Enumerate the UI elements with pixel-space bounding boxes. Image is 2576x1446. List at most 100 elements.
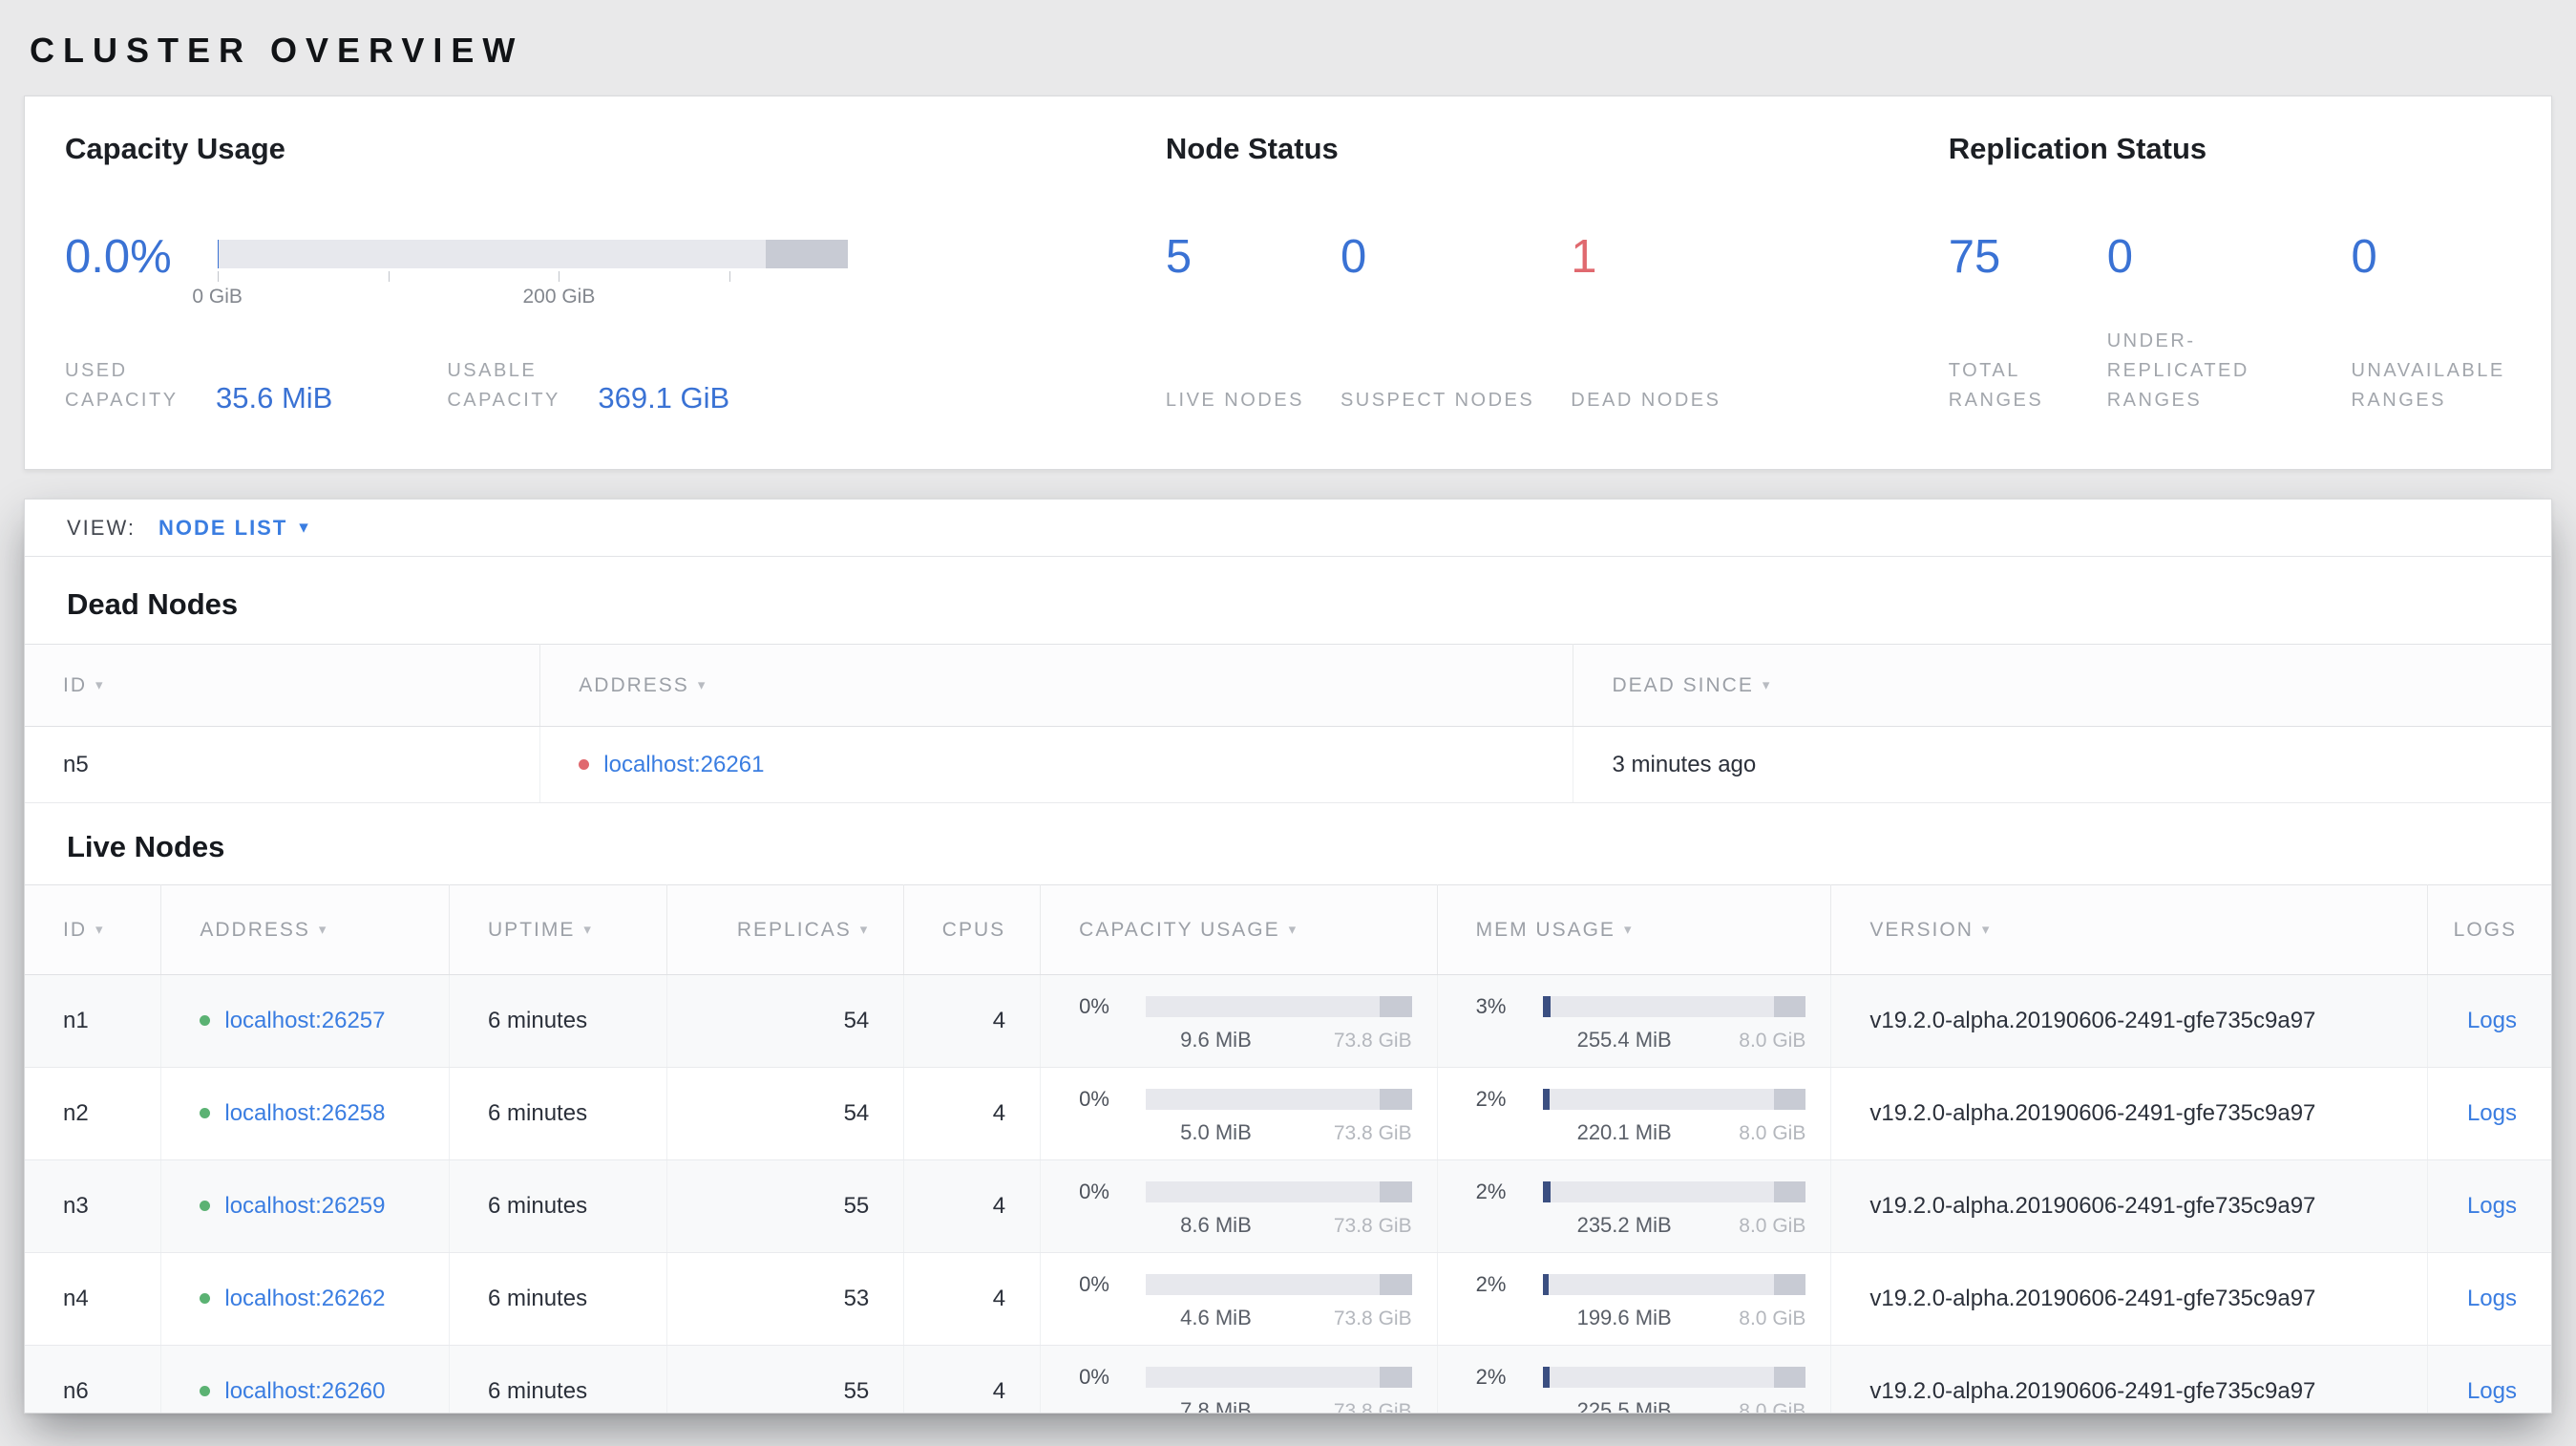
node-address-cell: localhost:26259 <box>160 1159 451 1253</box>
capacity-percent-label: 0% <box>1079 993 1109 1018</box>
logs-link[interactable]: Logs <box>2467 1286 2517 1311</box>
dead-column-header-address[interactable]: ADDRESS ▾ <box>539 644 1574 727</box>
tick-mark <box>729 271 731 282</box>
node-id-cell: n4 <box>25 1252 162 1346</box>
live-node-row: n3 localhost:26259 6 minutes 55 4 0% 8.6… <box>25 1159 2551 1253</box>
mem-mini-bar <box>1542 1273 1806 1295</box>
sort-icon: ▾ <box>697 676 707 693</box>
view-selector[interactable]: NODE LIST ▾ <box>158 516 310 541</box>
uptime-cell: 6 minutes <box>449 1067 667 1160</box>
capacity-mini-bar <box>1146 995 1412 1017</box>
used-capacity-label: USED CAPACITY <box>65 360 179 411</box>
node-address-link[interactable]: localhost:26260 <box>224 1378 385 1404</box>
capacity-usage-cell: 0% 5.0 MiB 73.8 GiB <box>1040 1067 1438 1160</box>
mem-percent-label: 2% <box>1475 1086 1507 1111</box>
node-address-link[interactable]: localhost:26262 <box>224 1286 385 1311</box>
live-node-row: n2 localhost:26258 6 minutes 54 4 0% 5.0… <box>25 1067 2551 1160</box>
mem-percent-label: 2% <box>1475 1271 1507 1296</box>
capacity-total-value: 73.8 GiB <box>1333 1307 1412 1329</box>
capacity-bar-end-segment <box>765 240 848 268</box>
mem-mini-bar <box>1542 1180 1806 1202</box>
usable-capacity-value: 369.1 GiB <box>598 381 730 415</box>
column-header-capacity-usage[interactable]: CAPACITY USAGE ▾ <box>1040 884 1438 975</box>
dead-nodes-table: ID ▾ ADDRESS ▾ DEAD SINCE ▾ n5 localhost:26… <box>25 644 2551 803</box>
live-nodes-header-row: ID ▾ ADDRESS ▾ UPTIME ▾ REPLICAS ▾ CPUS CAPA… <box>25 884 2551 975</box>
used-capacity-stat: USED CAPACITY 35.6 MiB <box>65 356 332 415</box>
live-nodes-count: 5 <box>1165 231 1193 283</box>
live-status-icon <box>200 1015 211 1026</box>
logs-link[interactable]: Logs <box>2467 1100 2517 1126</box>
logs-link[interactable]: Logs <box>2467 1008 2517 1033</box>
sort-icon: ▾ <box>583 921 593 938</box>
unavailable-ranges-count: 0 <box>2351 231 2377 283</box>
tick-label: 200 GiB <box>522 286 596 308</box>
cpus-cell: 4 <box>903 974 1042 1068</box>
dead-column-header-dead-since[interactable]: DEAD SINCE ▾ <box>1573 644 2551 727</box>
under-replicated-ranges-count: 0 <box>2106 231 2133 283</box>
dead-column-header-id[interactable]: ID ▾ <box>25 644 541 727</box>
live-nodes-title: Live Nodes <box>67 830 225 863</box>
node-address-cell: localhost:26260 <box>160 1345 451 1413</box>
under-replicated-ranges-stat: 0 UNDER-REPLICATED RANGES <box>2107 230 2315 415</box>
capacity-used-value: 7.8 MiB <box>1180 1397 1252 1414</box>
under-replicated-ranges-label: UNDER-REPLICATED RANGES <box>2106 330 2249 411</box>
mem-used-value: 199.6 MiB <box>1576 1305 1672 1329</box>
logs-link[interactable]: Logs <box>2467 1193 2517 1219</box>
uptime-cell: 6 minutes <box>449 974 667 1068</box>
replication-status-section: Replication Status 75 TOTAL RANGES 0 UND… <box>1949 131 2511 415</box>
live-status-icon <box>200 1108 211 1118</box>
mem-used-value: 255.4 MiB <box>1576 1027 1672 1052</box>
tick-mark <box>388 271 390 282</box>
column-header-logs: LOGS <box>2427 884 2551 975</box>
logs-link[interactable]: Logs <box>2467 1378 2517 1404</box>
capacity-usage-cell: 0% 4.6 MiB 73.8 GiB <box>1040 1252 1438 1346</box>
logs-cell: Logs <box>2427 1159 2551 1253</box>
column-header-uptime[interactable]: UPTIME ▾ <box>449 884 667 975</box>
sort-icon: ▾ <box>318 921 328 938</box>
dead-nodes-header-row: ID ▾ ADDRESS ▾ DEAD SINCE ▾ <box>25 644 2551 727</box>
mem-usage-cell: 2% 220.1 MiB 8.0 GiB <box>1437 1067 1832 1160</box>
mem-used-value: 220.1 MiB <box>1576 1119 1672 1144</box>
node-address-link[interactable]: localhost:26261 <box>603 752 764 777</box>
capacity-bar <box>217 240 848 268</box>
replicas-cell: 54 <box>666 974 905 1068</box>
live-status-icon <box>200 1201 211 1211</box>
node-id-cell: n2 <box>25 1067 162 1160</box>
capacity-percent-label: 0% <box>1079 1086 1109 1111</box>
tick-mark <box>217 271 219 282</box>
version-cell: v19.2.0-alpha.20190606-2491-gfe735c9a97 <box>1830 974 2428 1068</box>
capacity-total-value: 73.8 GiB <box>1333 1214 1412 1237</box>
node-address-link[interactable]: localhost:26258 <box>224 1100 385 1126</box>
capacity-used-value: 4.6 MiB <box>1180 1305 1252 1329</box>
mem-total-value: 8.0 GiB <box>1739 1029 1806 1052</box>
mem-used-value: 235.2 MiB <box>1576 1212 1672 1237</box>
column-header-id[interactable]: ID ▾ <box>25 884 162 975</box>
column-header-mem-usage[interactable]: MEM USAGE ▾ <box>1437 884 1832 975</box>
capacity-mini-bar <box>1146 1088 1412 1110</box>
node-address-link[interactable]: localhost:26259 <box>224 1193 385 1219</box>
uptime-cell: 6 minutes <box>449 1252 667 1346</box>
view-bar: VIEW: NODE LIST ▾ <box>25 500 2551 557</box>
column-header-address[interactable]: ADDRESS ▾ <box>160 884 451 975</box>
cpus-cell: 4 <box>903 1067 1042 1160</box>
logs-cell: Logs <box>2427 1252 2551 1346</box>
column-header-replicas[interactable]: REPLICAS ▾ <box>666 884 905 975</box>
logs-cell: Logs <box>2427 974 2551 1068</box>
total-ranges-stat: 75 TOTAL RANGES <box>1949 230 2071 415</box>
mem-mini-bar <box>1542 1366 1806 1388</box>
version-cell: v19.2.0-alpha.20190606-2491-gfe735c9a97 <box>1830 1159 2428 1253</box>
node-id-cell: n5 <box>25 726 541 803</box>
mem-total-value: 8.0 GiB <box>1739 1214 1806 1237</box>
node-address-link[interactable]: localhost:26257 <box>224 1008 385 1033</box>
mem-total-value: 8.0 GiB <box>1739 1307 1806 1329</box>
column-header-version[interactable]: VERSION ▾ <box>1830 884 2428 975</box>
replicas-cell: 55 <box>666 1345 905 1413</box>
total-ranges-count: 75 <box>1948 231 2001 283</box>
view-label: VIEW: <box>67 515 136 540</box>
replicas-cell: 53 <box>666 1252 905 1346</box>
unavailable-ranges-stat: 0 UNAVAILABLE RANGES <box>2351 230 2511 415</box>
cluster-summary-card: Capacity Usage 0.0% 0 GiB 200 GiB USED C… <box>24 96 2552 470</box>
mem-total-value: 8.0 GiB <box>1739 1399 1806 1414</box>
suspect-nodes-stat: 0 SUSPECT NODES <box>1341 230 1534 415</box>
mem-mini-bar <box>1542 995 1806 1017</box>
